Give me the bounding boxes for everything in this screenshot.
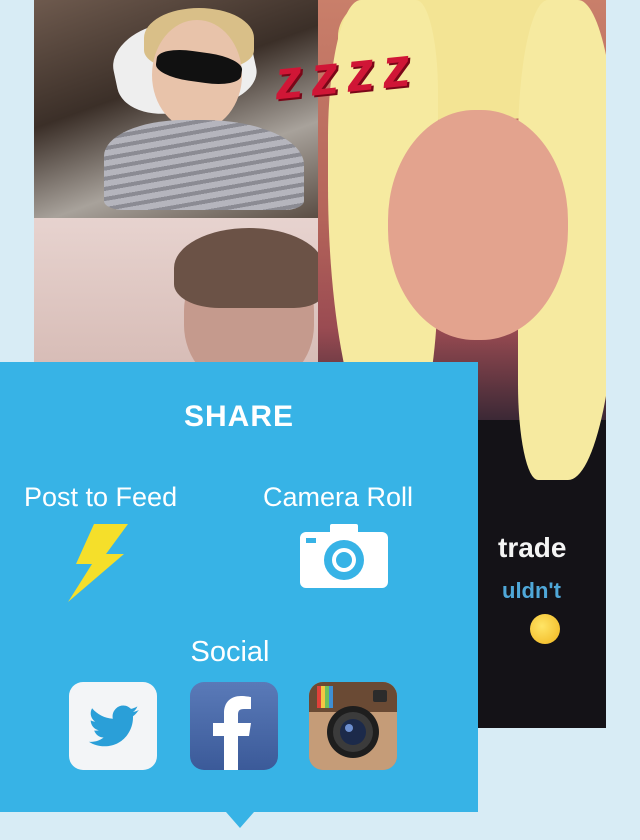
wink-emoji-icon [530,614,560,644]
twitter-icon[interactable] [69,682,157,770]
overlay-text-couldnt: uldn't [502,578,561,603]
facebook-icon[interactable] [190,682,278,770]
lightning-bolt-icon[interactable] [66,524,128,602]
camera-roll-label[interactable]: Camera Roll [263,482,413,513]
share-panel: SHARE Post to Feed Camera Roll Social [0,362,478,812]
share-title: SHARE [183,400,294,433]
instagram-icon[interactable] [309,682,397,770]
background-corner [478,728,640,840]
camera-icon[interactable] [300,524,388,588]
sleeping-photo [34,0,318,218]
panel-pointer [226,812,254,828]
social-label: Social [190,636,270,668]
overlay-text-trade: trade [498,532,567,563]
face-sticker-photo [34,218,318,368]
post-to-feed-label[interactable]: Post to Feed [24,482,177,513]
